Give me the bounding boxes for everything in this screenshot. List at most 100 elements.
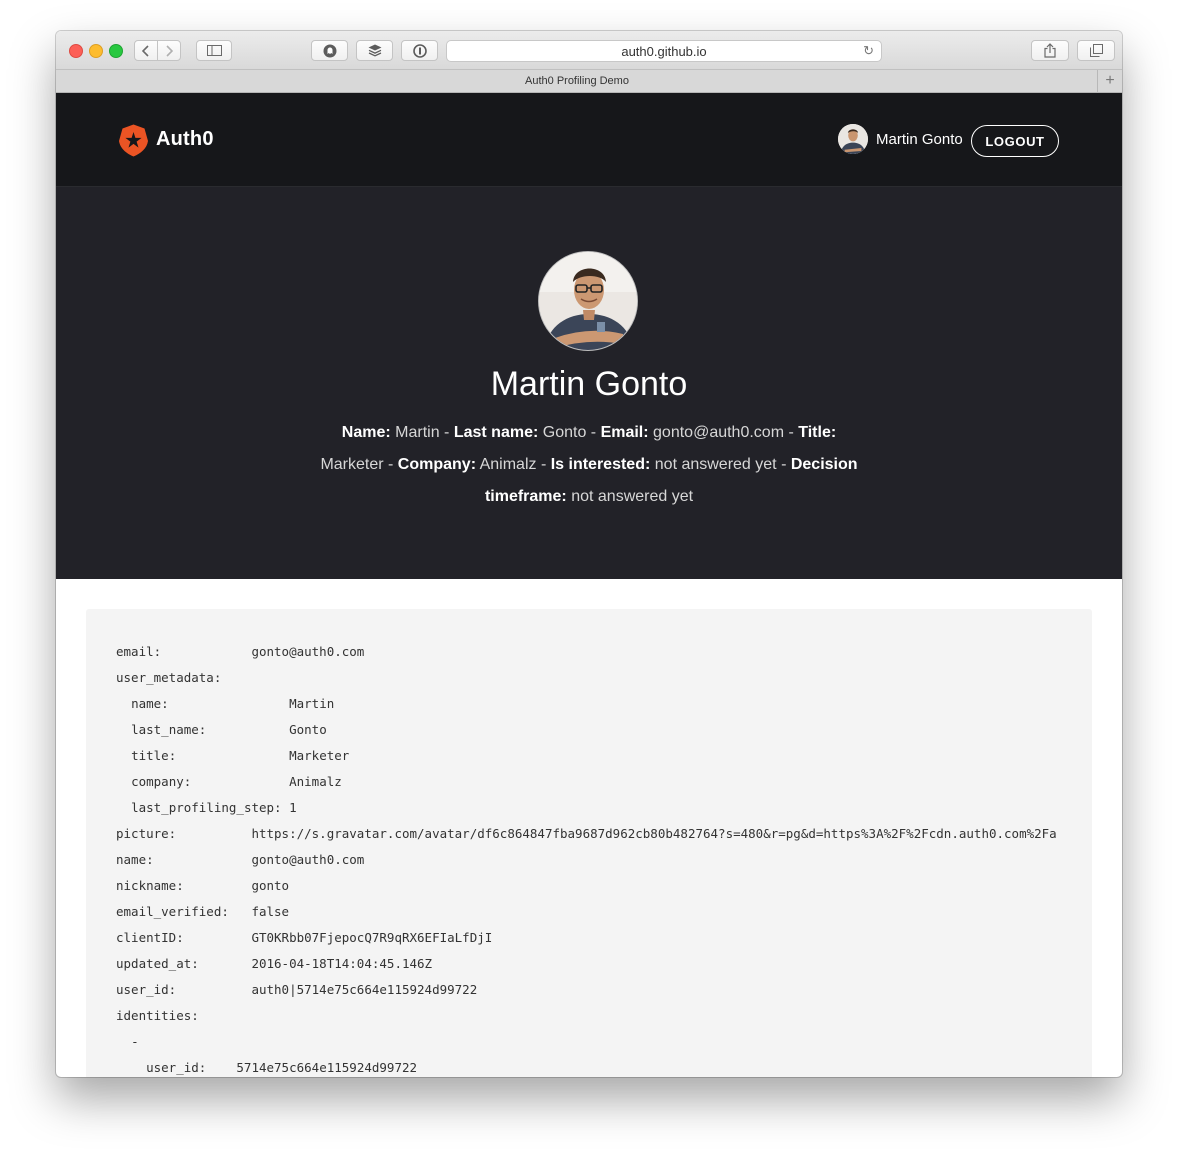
detail-value-email: gonto@auth0.com [653, 424, 785, 441]
code-key: company: [131, 774, 192, 789]
code-value: Martin [289, 696, 335, 711]
brand-name[interactable]: Auth0 [156, 128, 214, 151]
chevron-left-icon [142, 44, 149, 57]
code-line: user_id: auth0|5714e75c664e115924d99722 [116, 977, 1057, 1003]
code-line: email: gonto@auth0.com [116, 639, 1057, 665]
profile-photo-icon [539, 252, 637, 350]
code-line: identities: [116, 1003, 1057, 1029]
keyhole-icon [412, 43, 427, 58]
code-value: auth0|5714e75c664e115924d99722 [251, 982, 478, 997]
sidebar-icon [206, 45, 222, 56]
code-value: 2016-04-18T14:04:45.146Z [251, 956, 433, 971]
address-bar-url: auth0.github.io [621, 43, 707, 59]
browser-window: auth0.github.io ↻ Auth0 Profiling Demo +… [56, 31, 1122, 1077]
zoom-window-button[interactable] [109, 44, 123, 58]
site-navbar: Auth0 Martin Gonto LOGOUT [56, 93, 1122, 187]
code-value: gonto [251, 878, 290, 893]
code-line: user_metadata: [116, 665, 1057, 691]
tabs-icon [1089, 44, 1103, 57]
reload-icon[interactable]: ↻ [863, 43, 874, 59]
profile-json-block: email: gonto@auth0.com user_metadata: name… [86, 609, 1092, 1077]
profile-yaml-code: email: gonto@auth0.com user_metadata: name… [116, 639, 1057, 1077]
code-key: name: [116, 852, 154, 867]
code-value: 1 [289, 800, 297, 815]
code-line: clientID: GT0KRbb07FjepocQ7R9qRX6EFIaLfDj… [116, 925, 1057, 951]
new-tab-button[interactable]: + [1097, 70, 1122, 93]
tab-overview-button[interactable] [1077, 40, 1115, 61]
browser-toolbar: auth0.github.io ↻ [56, 31, 1122, 69]
detail-value-name: Martin [395, 424, 440, 441]
code-key: user_id: [146, 1060, 207, 1075]
auth0-logo-icon[interactable] [118, 124, 149, 157]
code-value: false [251, 904, 290, 919]
code-key: updated_at: [116, 956, 199, 971]
code-line: - [116, 1029, 1057, 1055]
code-line: nickname: gonto [116, 873, 1057, 899]
code-key: user_metadata: [116, 670, 222, 685]
code-key: email: [116, 644, 162, 659]
code-value: Animalz [289, 774, 342, 789]
code-key: - [131, 1034, 139, 1049]
detail-label-last-name: Last name: [453, 424, 539, 441]
detail-label-company: Company: [397, 456, 477, 473]
1password-extension-button[interactable] [401, 40, 438, 61]
code-line: company: Animalz [116, 769, 1057, 795]
code-value: https://s.gravatar.com/avatar/df6c864847… [251, 826, 1057, 841]
code-line: title: Marketer [116, 743, 1057, 769]
sidebar-toggle-button[interactable] [196, 40, 232, 61]
code-key: email_verified: [116, 904, 229, 919]
share-button[interactable] [1031, 40, 1069, 61]
code-key: nickname: [116, 878, 184, 893]
close-window-button[interactable] [69, 44, 83, 58]
code-key: clientID: [116, 930, 184, 945]
code-line: updated_at: 2016-04-18T14:04:45.146Z [116, 951, 1057, 977]
code-value: Gonto [289, 722, 327, 737]
detail-label-email: Email: [600, 424, 649, 441]
profile-name: Martin Gonto [490, 365, 688, 403]
code-line: last_profiling_step: 1 [116, 795, 1057, 821]
code-key: name: [131, 696, 169, 711]
logout-button[interactable]: LOGOUT [971, 125, 1059, 157]
code-line: user_id: 5714e75c664e115924d99722 [116, 1055, 1057, 1077]
page-viewport: Auth0 Martin Gonto LOGOUT Martin Gonto N… [56, 93, 1122, 1077]
nav-user-name[interactable]: Martin Gonto [876, 131, 963, 148]
code-line: name: gonto@auth0.com [116, 847, 1057, 873]
code-value: gonto@auth0.com [251, 852, 365, 867]
code-key: last_profiling_step: [131, 800, 282, 815]
address-bar[interactable]: auth0.github.io ↻ [446, 40, 882, 62]
user-photo-icon [838, 124, 868, 154]
tab-title[interactable]: Auth0 Profiling Demo [56, 70, 1098, 93]
buffer-extension-button[interactable] [356, 40, 393, 61]
code-key: user_id: [116, 982, 177, 997]
detail-value-company: Animalz [479, 456, 537, 473]
tab-bar: Auth0 Profiling Demo + [56, 69, 1122, 93]
profile-details: Name: Martin - Last name: Gonto - Email:… [320, 424, 858, 505]
share-icon [1044, 43, 1056, 58]
user-avatar[interactable] [838, 124, 868, 154]
code-key: identities: [116, 1008, 199, 1023]
code-line: name: Martin [116, 691, 1057, 717]
code-key: title: [131, 748, 177, 763]
detail-value-is-interested: not answered yet [654, 456, 777, 473]
code-key: last_name: [131, 722, 207, 737]
code-line: last_name: Gonto [116, 717, 1057, 743]
minimize-window-button[interactable] [89, 44, 103, 58]
profile-hero: Martin Gonto Name: Martin - Last name: G… [56, 187, 1122, 579]
code-key: picture: [116, 826, 177, 841]
code-value: GT0KRbb07FjepocQ7R9qRX6EFIaLfDjI [251, 930, 493, 945]
forward-button[interactable] [157, 40, 181, 61]
ghostery-extension-button[interactable] [311, 40, 348, 61]
detail-value-decision-timeframe: not answered yet [571, 488, 694, 505]
detail-label-name: Name: [341, 424, 391, 441]
code-line: email_verified: false [116, 899, 1057, 925]
ghost-icon [323, 44, 336, 57]
detail-label-title: Title: [798, 424, 837, 441]
back-button[interactable] [134, 40, 158, 61]
